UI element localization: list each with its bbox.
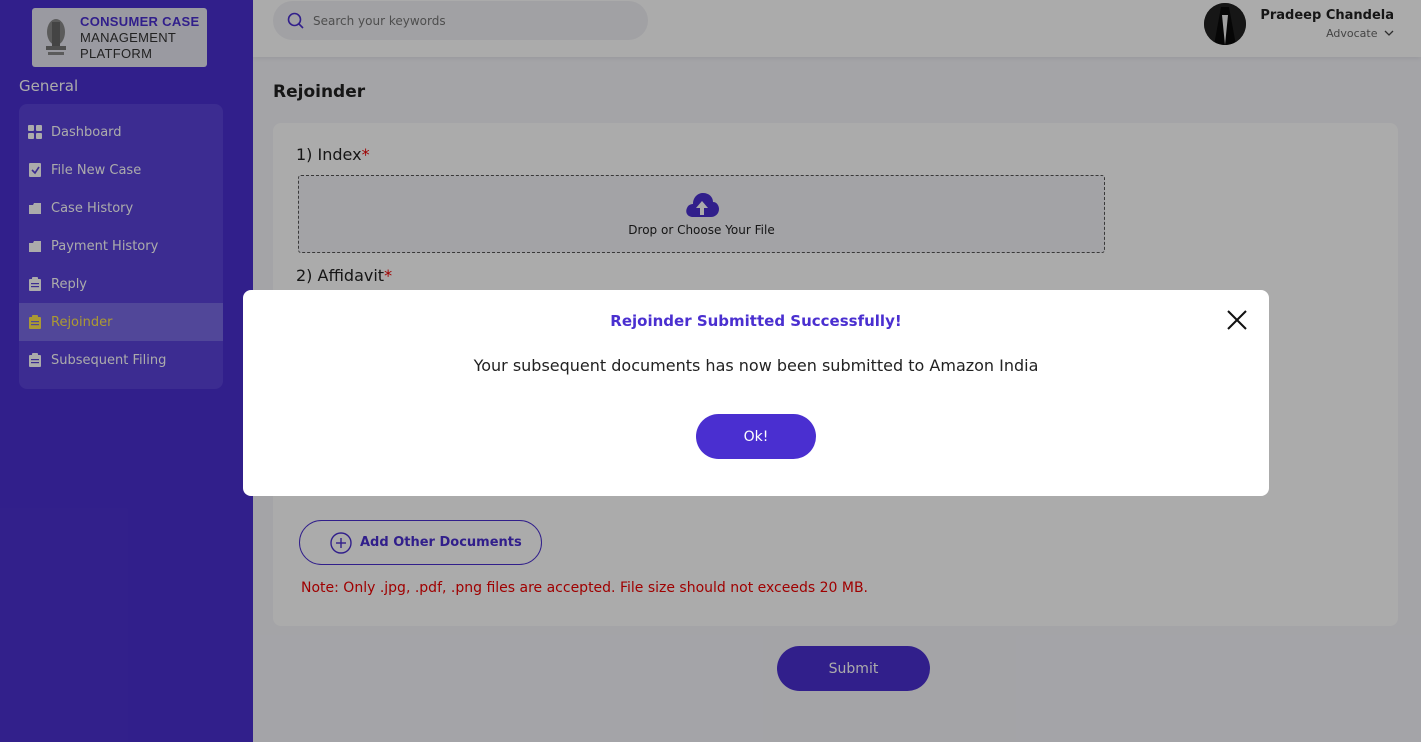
- close-icon[interactable]: [1225, 308, 1249, 332]
- modal-message: Your subsequent documents has now been s…: [473, 356, 1039, 375]
- modal-title: Rejoinder Submitted Successfully!: [610, 312, 902, 330]
- success-modal: Rejoinder Submitted Successfully! Your s…: [243, 290, 1269, 496]
- ok-button[interactable]: Ok!: [696, 414, 816, 459]
